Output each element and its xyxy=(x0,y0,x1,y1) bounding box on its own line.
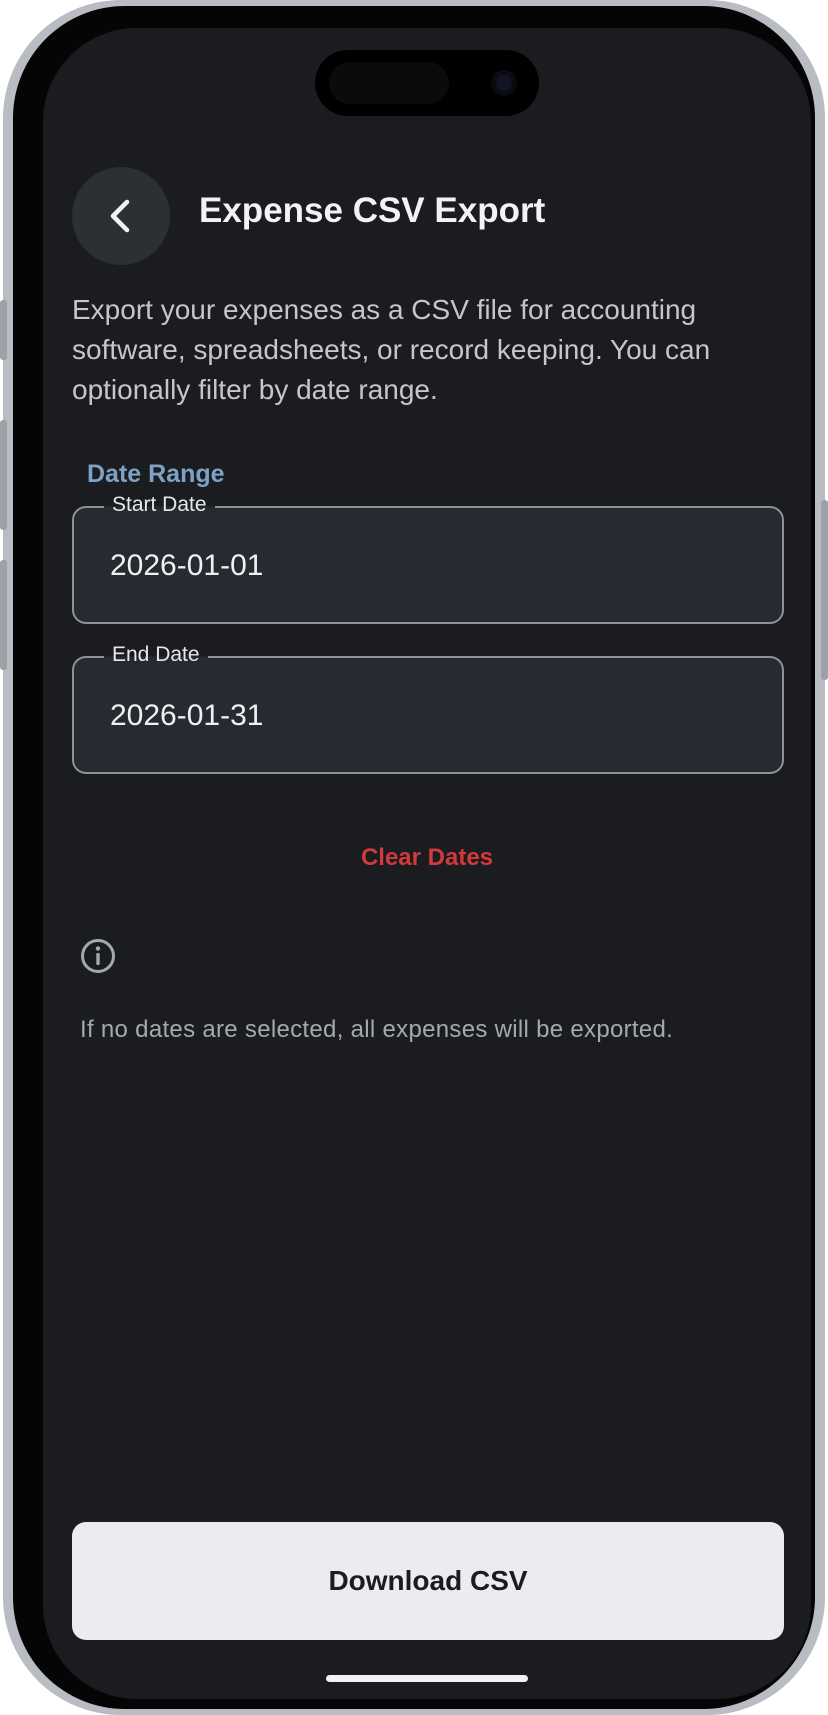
page-title: Expense CSV Export xyxy=(199,191,546,230)
dynamic-island xyxy=(315,50,539,116)
end-date-field[interactable]: End Date 2026-01-31 xyxy=(72,642,784,774)
front-camera xyxy=(491,70,517,96)
page-description: Export your expenses as a CSV file for a… xyxy=(72,294,711,405)
back-button[interactable] xyxy=(72,167,170,265)
start-date-field[interactable]: Start Date 2026-01-01 xyxy=(72,492,784,624)
download-csv-button[interactable]: Download CSV xyxy=(72,1522,784,1640)
phone-bezel: Expense CSV Export Export your expenses … xyxy=(0,0,828,1715)
phone-frame: Expense CSV Export Export your expenses … xyxy=(13,6,815,1709)
volume-up-button xyxy=(0,420,7,530)
home-indicator[interactable] xyxy=(326,1675,528,1682)
action-button xyxy=(0,300,7,360)
volume-down-button xyxy=(0,560,7,670)
power-button xyxy=(821,500,828,680)
end-date-label: End Date xyxy=(104,642,208,668)
app-screen: Expense CSV Export Export your expenses … xyxy=(43,28,811,1699)
start-date-value: 2026-01-01 xyxy=(110,549,264,582)
start-date-label: Start Date xyxy=(104,492,215,518)
chevron-left-icon xyxy=(110,199,130,233)
info-message: If no dates are selected, all expenses w… xyxy=(80,1016,674,1043)
end-date-value: 2026-01-31 xyxy=(110,699,264,732)
clear-dates-button[interactable]: Clear Dates xyxy=(311,833,543,883)
info-icon xyxy=(81,939,115,973)
island-sensor xyxy=(329,62,449,104)
date-range-heading: Date Range xyxy=(87,460,225,488)
